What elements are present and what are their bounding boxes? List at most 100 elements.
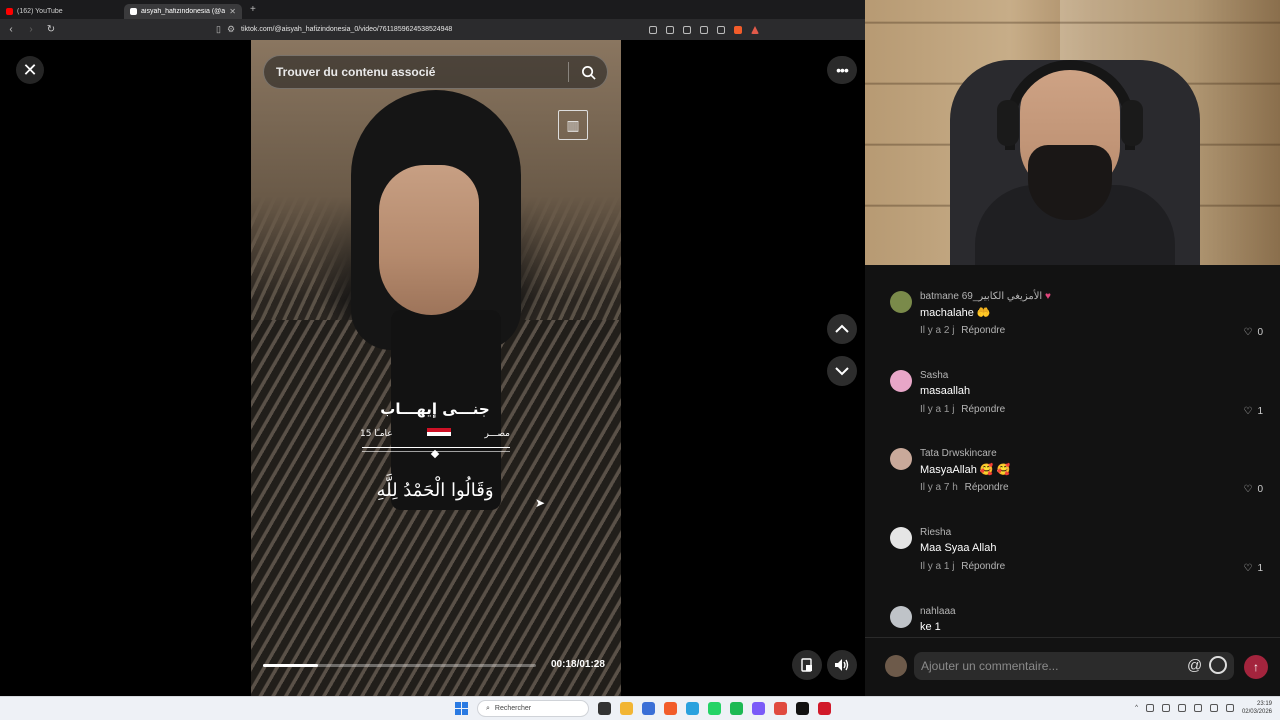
comment-like-button[interactable]: ♡ 1 — [1243, 406, 1263, 417]
reload-button[interactable]: ↻ — [46, 24, 56, 35]
comment-text: masaallah — [920, 385, 971, 397]
avatar[interactable] — [890, 291, 912, 313]
video-figure-face — [379, 165, 479, 315]
close-tab-icon[interactable]: ✕ — [229, 7, 236, 16]
comments-panel: batmane 69_الأمزيغي الكابير ♥ machalahe … — [865, 265, 1280, 696]
picture-in-picture-button[interactable] — [792, 650, 822, 680]
close-video-button[interactable]: ✕ — [16, 56, 44, 84]
heart-icon: ♡ — [1243, 484, 1253, 495]
emoji-icon[interactable] — [1209, 656, 1227, 674]
tray-icon[interactable] — [1145, 704, 1154, 712]
url-field[interactable]: tiktok.com/@aisyah_hafizindonesia_0/vide… — [241, 26, 452, 33]
zoom-icon[interactable] — [700, 25, 708, 34]
send-comment-button[interactable]: ↑ — [1244, 655, 1268, 679]
reply-button[interactable]: Répondre — [961, 404, 1005, 415]
tab-title: (162) YouTube — [17, 7, 63, 15]
comment-username[interactable]: nahlaaa — [920, 606, 956, 617]
reply-button[interactable]: Répondre — [961, 561, 1005, 572]
comment-meta: Il y a 1 j Répondre — [920, 561, 1006, 572]
brave-shield-icon[interactable] — [734, 25, 742, 34]
translate-icon[interactable] — [666, 25, 674, 34]
tiktok-video-page: ✕ ••• Trouver du contenu associé ▥ جنـــ… — [0, 40, 865, 696]
comment-input-placeholder: Ajouter un commentaire... — [921, 659, 1059, 673]
whatsapp-icon[interactable] — [708, 702, 721, 715]
like-count: 1 — [1257, 406, 1263, 417]
app-icon[interactable] — [774, 702, 787, 715]
like-count: 0 — [1257, 327, 1263, 338]
comment-like-button[interactable]: ♡ 0 — [1243, 484, 1263, 495]
tiktok-app-icon[interactable] — [796, 702, 809, 715]
task-view-icon[interactable] — [598, 702, 611, 715]
comment-meta: Il y a 1 j Répondre — [920, 404, 1006, 415]
back-button[interactable]: ‹ — [6, 24, 16, 35]
windows-taskbar: ⌕ Rechercher ^ 23:19 02/03/2026 — [0, 696, 1280, 720]
comment-input[interactable]: Ajouter un commentaire... — [914, 652, 1234, 680]
clock-time: 23:19 — [1256, 701, 1272, 707]
search-icon[interactable] — [569, 65, 607, 80]
like-count: 0 — [1257, 484, 1263, 495]
mention-icon[interactable]: @ — [1187, 657, 1202, 674]
extension-icon[interactable] — [649, 25, 657, 34]
headphone-earcup — [997, 100, 1019, 146]
start-menu-icon[interactable] — [455, 702, 468, 715]
avatar[interactable] — [890, 448, 912, 470]
file-explorer-icon[interactable] — [620, 702, 633, 715]
avatar[interactable] — [890, 370, 912, 392]
heart-icon: ♡ — [1243, 406, 1253, 417]
overlay-reciter-details: 15 عامـًا مصـــر — [360, 428, 510, 440]
comment-username[interactable]: Sasha — [920, 370, 948, 381]
brave-rewards-icon[interactable] — [751, 25, 759, 34]
open-external-icon[interactable] — [683, 25, 691, 34]
next-video-button[interactable] — [827, 356, 857, 386]
forward-button[interactable]: › — [26, 24, 36, 35]
comment-username[interactable]: Tata Drwskincare — [920, 448, 997, 459]
volume-icon[interactable] — [1209, 704, 1218, 712]
tray-icon[interactable] — [1177, 704, 1186, 712]
tray-icon[interactable] — [1161, 704, 1170, 712]
mouse-cursor-icon: ➤ — [535, 496, 546, 510]
app-icon[interactable] — [818, 702, 831, 715]
overlay-verse: وَقَالُوا الْحَمْدُ لِلَّهِ — [376, 480, 494, 501]
tab-tiktok[interactable]: aisyah_hafizindonesia (@aisy ✕ — [124, 3, 242, 19]
tab-youtube[interactable]: (162) YouTube — [0, 4, 120, 19]
reply-button[interactable]: Répondre — [965, 482, 1009, 493]
comment-username[interactable]: batmane 69_الأمزيغي الكابير ♥ — [920, 291, 1051, 302]
wifi-icon[interactable] — [1193, 704, 1202, 712]
app-icon[interactable] — [642, 702, 655, 715]
share-icon[interactable] — [717, 25, 725, 34]
comment-username[interactable]: Riesha — [920, 527, 951, 538]
bookmark-icon[interactable]: ▯ — [216, 24, 221, 35]
spotify-icon[interactable] — [730, 702, 743, 715]
discord-icon[interactable] — [752, 702, 765, 715]
related-content-search[interactable]: Trouver du contenu associé — [263, 55, 608, 89]
avatar[interactable] — [885, 655, 907, 677]
site-info-icon[interactable]: ⚙ — [227, 24, 235, 35]
comment-input-bar: Ajouter un commentaire... @ ↑ — [865, 637, 1280, 696]
overlay-country: مصـــر — [484, 429, 510, 439]
volume-button[interactable] — [827, 650, 857, 680]
brave-browser-icon[interactable] — [664, 702, 677, 715]
tray-chevron-icon[interactable]: ^ — [1135, 705, 1138, 711]
reply-button[interactable]: Répondre — [961, 325, 1005, 336]
headphone-earcup — [1121, 100, 1143, 146]
search-icon: ⌕ — [486, 704, 490, 712]
more-options-button[interactable]: ••• — [827, 56, 857, 84]
previous-video-button[interactable] — [827, 314, 857, 344]
avatar[interactable] — [890, 527, 912, 549]
taskbar-search-label: Rechercher — [494, 705, 532, 712]
telegram-icon[interactable] — [686, 702, 699, 715]
comment-text: machalahe 🤲 — [920, 307, 991, 319]
like-count: 1 — [1257, 563, 1263, 574]
comment-meta: Il y a 2 j Répondre — [920, 325, 1006, 336]
avatar[interactable] — [890, 606, 912, 628]
overlay-reciter-name: جنـــى إيهـــاب — [380, 400, 490, 418]
battery-icon[interactable] — [1225, 704, 1234, 712]
comment-like-button[interactable]: ♡ 0 — [1243, 327, 1263, 338]
taskbar-search[interactable]: ⌕ Rechercher — [477, 700, 589, 717]
heart-icon: ♡ — [1243, 327, 1253, 338]
new-tab-button[interactable]: + — [250, 4, 256, 15]
screen: (162) YouTube aisyah_hafizindonesia (@ai… — [0, 0, 1280, 720]
comment-like-button[interactable]: ♡ 1 — [1243, 563, 1263, 574]
video-progress-bar[interactable] — [263, 664, 536, 667]
system-clock[interactable]: 23:19 02/03/2026 — [1242, 700, 1272, 716]
